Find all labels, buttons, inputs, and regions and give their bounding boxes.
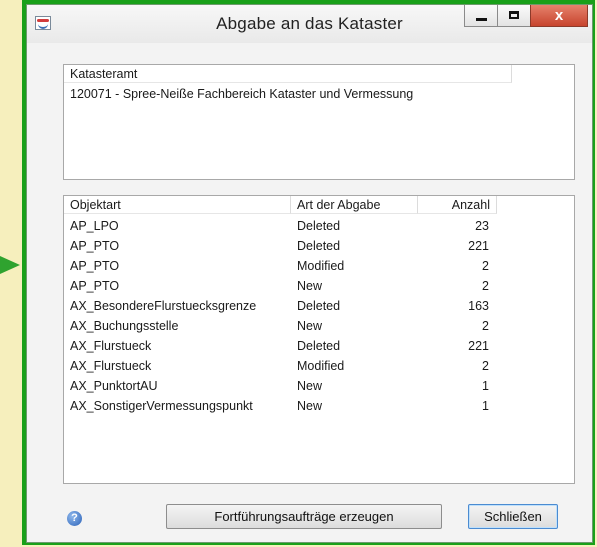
cell-anzahl: 1 bbox=[482, 399, 489, 413]
cell-anzahl: 221 bbox=[468, 239, 489, 253]
cell-anzahl: 163 bbox=[468, 299, 489, 313]
cell-art-der-abgabe: New bbox=[297, 279, 323, 293]
close-button[interactable]: Schließen bbox=[468, 504, 558, 529]
maximize-button[interactable] bbox=[497, 5, 531, 27]
green-arrow-icon bbox=[0, 256, 20, 274]
dialog-window: Abgabe an das Kataster x Katasteramt 120… bbox=[26, 4, 593, 543]
cell-art-der-abgabe: Modified bbox=[297, 259, 345, 273]
table-row[interactable]: AX_Flurstueck Modified 2 bbox=[64, 356, 497, 376]
katasteramt-item[interactable]: 120071 - Spree-Neiße Fachbereich Kataste… bbox=[70, 85, 413, 103]
cell-objektart: AP_PTO bbox=[70, 279, 120, 293]
katasteramt-list[interactable]: Katasteramt 120071 - Spree-Neiße Fachber… bbox=[63, 64, 575, 180]
table-row[interactable]: AX_SonstigerVermessungspunkt New 1 bbox=[64, 396, 497, 416]
cell-anzahl: 2 bbox=[482, 359, 489, 373]
table-row[interactable]: AX_BesondereFlurstuecksgrenze Deleted 16… bbox=[64, 296, 497, 316]
column-header-objektart[interactable]: Objektart bbox=[64, 196, 291, 214]
table-row[interactable]: AP_LPO Deleted 23 bbox=[64, 216, 497, 236]
cell-art-der-abgabe: Modified bbox=[297, 359, 345, 373]
cell-objektart: AX_PunktortAU bbox=[70, 379, 158, 393]
table-row[interactable]: AX_Flurstueck Deleted 221 bbox=[64, 336, 497, 356]
cell-anzahl: 2 bbox=[482, 259, 489, 273]
cell-anzahl: 2 bbox=[482, 279, 489, 293]
create-orders-button[interactable]: Fortführungsaufträge erzeugen bbox=[166, 504, 442, 529]
table-row[interactable]: AX_PunktortAU New 1 bbox=[64, 376, 497, 396]
cell-objektart: AX_Flurstueck bbox=[70, 359, 152, 373]
cell-anzahl: 1 bbox=[482, 379, 489, 393]
cell-art-der-abgabe: Deleted bbox=[297, 299, 341, 313]
objektart-table[interactable]: Objektart Art der Abgabe Anzahl AP_LPO D… bbox=[63, 195, 575, 484]
close-window-button[interactable]: x bbox=[530, 5, 588, 27]
cell-objektart: AP_PTO bbox=[70, 239, 120, 253]
cell-objektart: AX_Flurstueck bbox=[70, 339, 152, 353]
question-mark-icon[interactable]: ? bbox=[67, 511, 82, 526]
cell-art-der-abgabe: New bbox=[297, 379, 323, 393]
table-header: Objektart Art der Abgabe Anzahl bbox=[64, 196, 574, 214]
cell-objektart: AX_BesondereFlurstuecksgrenze bbox=[70, 299, 257, 313]
title-bar[interactable]: Abgabe an das Kataster x bbox=[27, 5, 592, 43]
cell-art-der-abgabe: New bbox=[297, 399, 323, 413]
cell-anzahl: 23 bbox=[475, 219, 489, 233]
cell-art-der-abgabe: Deleted bbox=[297, 219, 341, 233]
cell-objektart: AX_SonstigerVermessungspunkt bbox=[70, 399, 253, 413]
cell-objektart: AX_Buchungsstelle bbox=[70, 319, 179, 333]
katasteramt-column-header[interactable]: Katasteramt bbox=[64, 65, 512, 83]
cell-art-der-abgabe: Deleted bbox=[297, 239, 341, 253]
close-icon: x bbox=[554, 7, 564, 24]
cell-art-der-abgabe: New bbox=[297, 319, 323, 333]
table-row[interactable]: AP_PTO Deleted 221 bbox=[64, 236, 497, 256]
maximize-icon bbox=[509, 11, 519, 19]
minimize-button[interactable] bbox=[464, 5, 498, 27]
cell-objektart: AP_PTO bbox=[70, 259, 120, 273]
cell-anzahl: 221 bbox=[468, 339, 489, 353]
column-header-art-der-abgabe[interactable]: Art der Abgabe bbox=[291, 196, 418, 214]
cell-objektart: AP_LPO bbox=[70, 219, 119, 233]
table-row[interactable]: AP_PTO New 2 bbox=[64, 276, 497, 296]
column-header-anzahl[interactable]: Anzahl bbox=[418, 196, 497, 214]
cell-anzahl: 2 bbox=[482, 319, 489, 333]
minimize-icon bbox=[476, 18, 487, 21]
table-row[interactable]: AX_Buchungsstelle New 2 bbox=[64, 316, 497, 336]
table-row[interactable]: AP_PTO Modified 2 bbox=[64, 256, 497, 276]
cell-art-der-abgabe: Deleted bbox=[297, 339, 341, 353]
